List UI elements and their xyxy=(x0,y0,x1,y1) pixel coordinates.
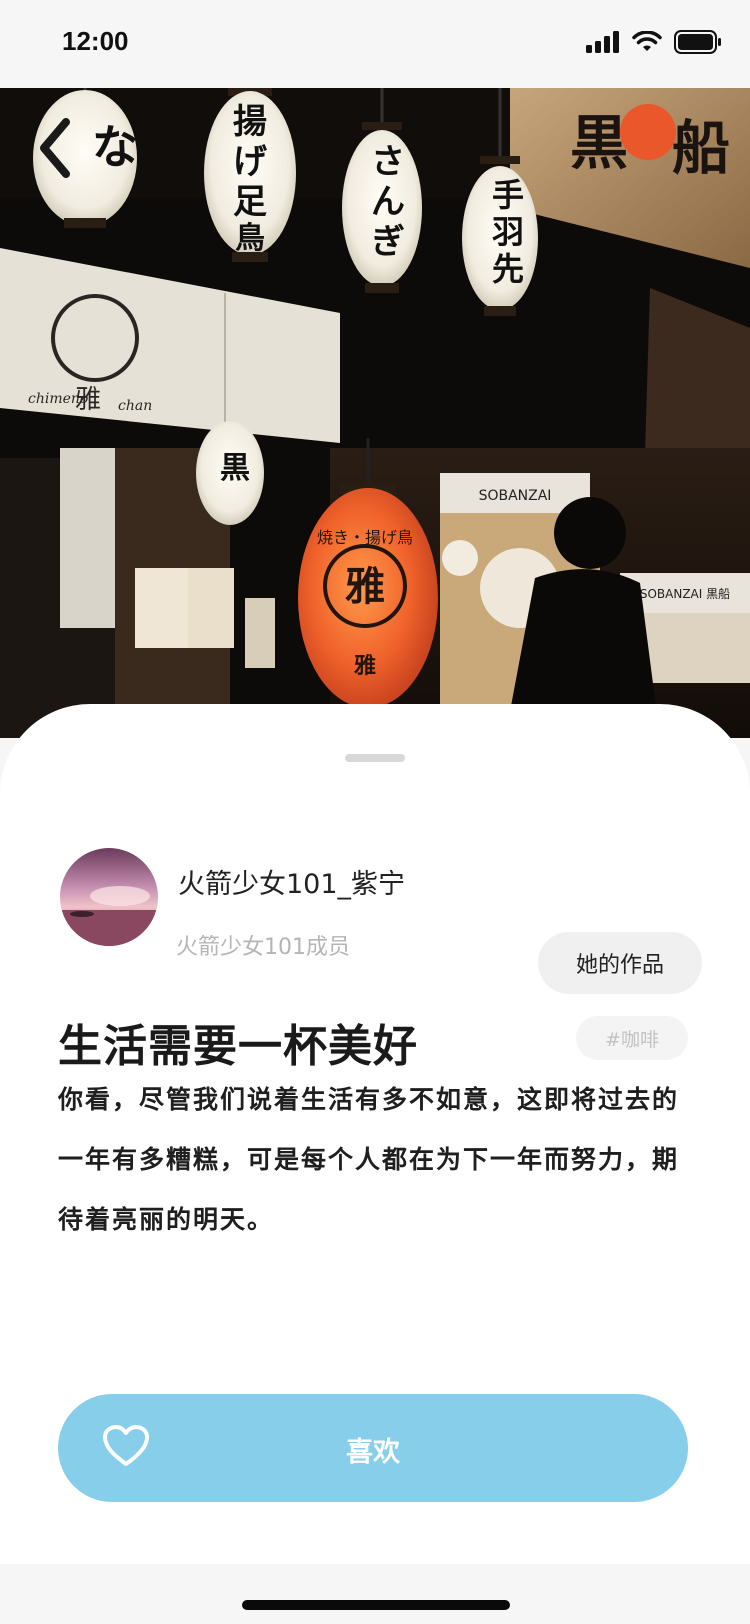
svg-text:SOBANZAI 黒船: SOBANZAI 黒船 xyxy=(640,587,730,601)
home-indicator[interactable] xyxy=(242,1600,510,1610)
avatar[interactable] xyxy=(60,848,158,946)
status-icons xyxy=(586,30,722,54)
svg-text:ぎ: ぎ xyxy=(371,222,405,262)
svg-text:黒: 黒 xyxy=(220,451,250,486)
svg-text:揚: 揚 xyxy=(233,102,267,142)
svg-text:chimeno: chimeno xyxy=(28,391,88,407)
svg-text:さ: さ xyxy=(371,142,405,182)
drag-handle[interactable] xyxy=(345,754,405,762)
svg-text:船: 船 xyxy=(672,114,730,182)
sign-text-black-ship: 黒 xyxy=(570,109,628,177)
hero-photo: 黒 船 雅 chimeno chan な 揚 げ 足 鳥 さ ん ぎ 手 羽 先… xyxy=(0,88,750,738)
content-sheet: 火箭少女101_紫宁 火箭少女101成员 她的作品 生活需要一杯美好 #咖啡 你… xyxy=(0,704,750,1564)
wifi-icon xyxy=(632,31,662,51)
avatar-image xyxy=(60,848,158,946)
svg-text:手: 手 xyxy=(492,176,524,214)
svg-text:雅: 雅 xyxy=(345,563,385,610)
svg-text:ん: ん xyxy=(371,182,405,222)
svg-text:足: 足 xyxy=(233,182,267,222)
svg-text:雅: 雅 xyxy=(354,653,376,679)
like-label: 喜欢 xyxy=(346,1437,400,1468)
svg-text:羽: 羽 xyxy=(492,213,524,251)
status-bar: 12:00 xyxy=(0,0,750,88)
svg-text:焼き・揚げ鳥: 焼き・揚げ鳥 xyxy=(317,528,413,547)
svg-text:SOBANZAI: SOBANZAI xyxy=(479,488,552,504)
author-group: 火箭少女101成员 xyxy=(176,935,350,960)
hero-image: 黒 船 雅 chimeno chan な 揚 げ 足 鳥 さ ん ぎ 手 羽 先… xyxy=(0,88,750,738)
post-title: 生活需要一杯美好 xyxy=(58,1021,418,1072)
back-button[interactable] xyxy=(22,108,86,188)
svg-text:chan: chan xyxy=(118,398,152,414)
svg-text:先: 先 xyxy=(492,250,524,288)
battery-icon xyxy=(674,30,721,54)
post-body: 你看，尽管我们说着生活有多不如意，这即将过去的一年有多糟糕，可是每个人都在为下一… xyxy=(58,1085,680,1234)
like-button[interactable]: 喜欢 xyxy=(58,1394,688,1502)
signal-icon xyxy=(586,31,619,53)
svg-text:鳥: 鳥 xyxy=(235,221,265,256)
tag-chip[interactable]: #咖啡 xyxy=(576,1016,688,1060)
svg-text:げ: げ xyxy=(233,142,267,182)
her-works-button[interactable]: 她的作品 xyxy=(538,932,702,994)
author-name[interactable]: 火箭少女101_紫宁 xyxy=(178,862,405,901)
status-time: 12:00 xyxy=(62,26,129,56)
home-bar xyxy=(0,1564,750,1624)
chevron-left-icon xyxy=(40,118,70,178)
svg-text:な: な xyxy=(92,120,138,174)
